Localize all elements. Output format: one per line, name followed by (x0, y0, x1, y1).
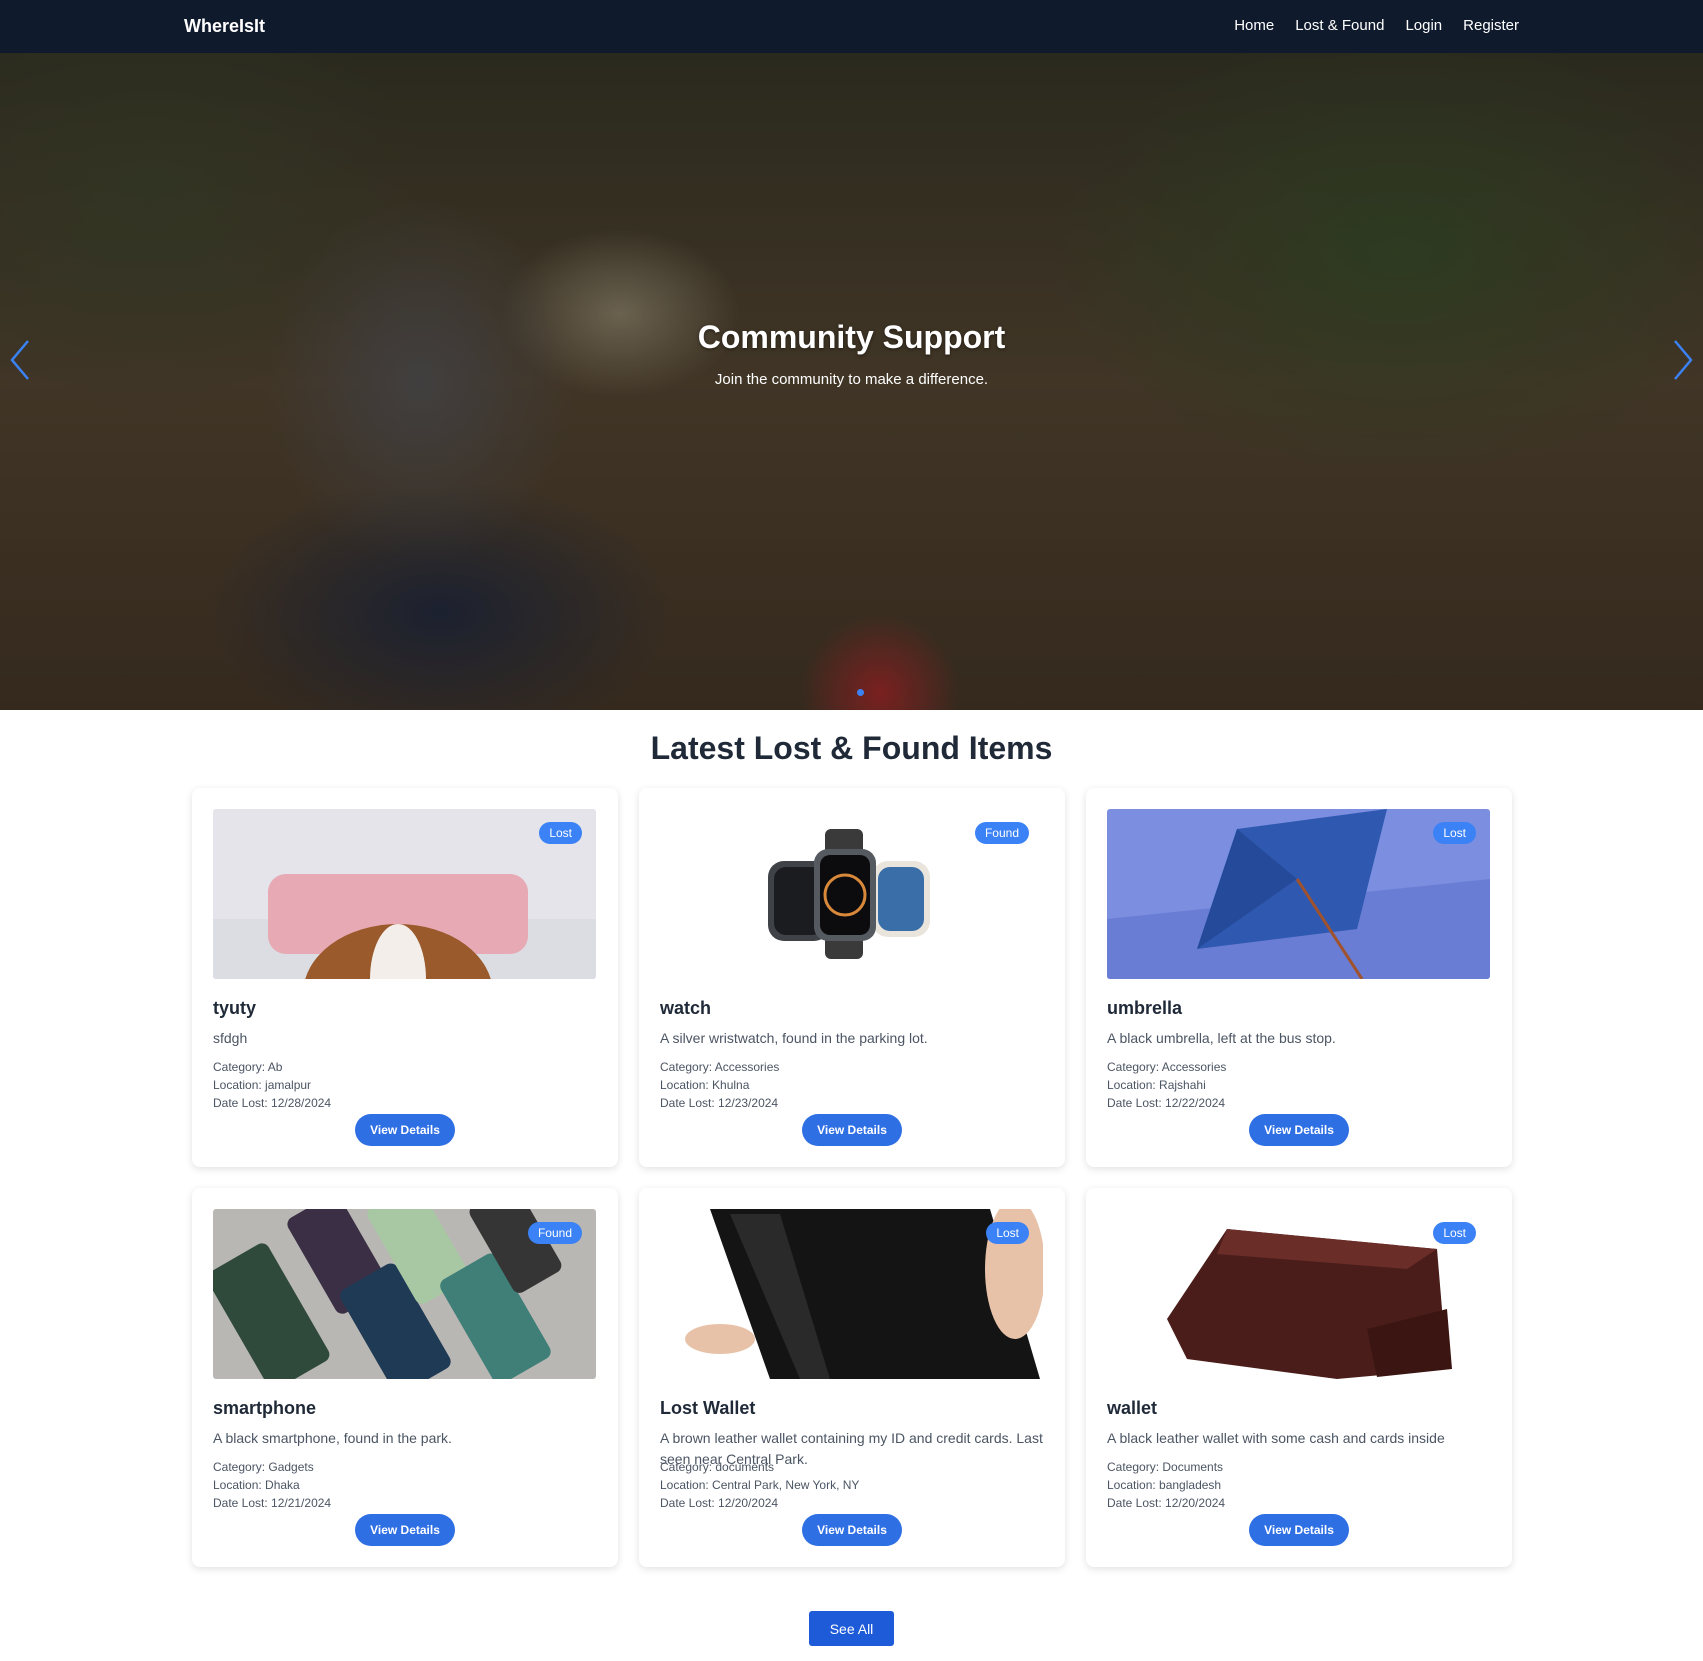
hero-subtitle: Join the community to make a difference. (714, 371, 989, 388)
item-meta: Category: Documents Location: bangladesh… (1107, 1458, 1225, 1512)
item-category: Category: documents (660, 1460, 775, 1474)
item-date: Date Lost: 12/20/2024 (660, 1496, 779, 1510)
status-badge: Lost (1433, 822, 1476, 844)
item-card: Lost umbrella A black umbrella, left at … (1086, 788, 1512, 1167)
item-category: Category: Documents (1107, 1460, 1224, 1474)
item-card: Lost Lost Wallet A brown leather wallet … (639, 1188, 1065, 1567)
item-date: Date Lost: 12/28/2024 (213, 1096, 332, 1110)
navbar: WhereIsIt Home Lost & Found Login Regist… (0, 0, 1703, 53)
nav-register[interactable]: Register (1463, 17, 1519, 34)
item-meta: Category: Ab Location: jamalpur Date Los… (213, 1058, 331, 1112)
status-badge: Lost (1433, 1222, 1476, 1244)
nav-links: Home Lost & Found Login Register (1234, 17, 1519, 34)
item-title: wallet (1107, 1398, 1158, 1418)
view-details-button[interactable]: View Details (802, 1514, 902, 1546)
item-card: Lost tyuty sfdgh Category: Ab Location: … (192, 788, 618, 1167)
status-badge: Found (974, 822, 1029, 844)
hero-carousel: Community Support Join the community to … (0, 53, 1703, 710)
view-details-button[interactable]: View Details (1249, 1514, 1349, 1546)
item-location: Location: Rajshahi (1107, 1078, 1206, 1092)
item-image: Lost (1107, 1209, 1490, 1379)
nav-home[interactable]: Home (1234, 17, 1274, 34)
item-category: Category: Accessories (1107, 1060, 1227, 1074)
item-location: Location: Khulna (660, 1078, 750, 1092)
item-meta: Category: documents Location: Central Pa… (660, 1458, 859, 1512)
items-grid: Lost tyuty sfdgh Category: Ab Location: … (192, 788, 1512, 1567)
view-details-button[interactable]: View Details (802, 1114, 902, 1146)
item-image: Found (213, 1209, 596, 1379)
carousel-dot[interactable] (857, 689, 864, 696)
item-category: Category: Accessories (660, 1060, 780, 1074)
view-details-button[interactable]: View Details (1249, 1114, 1349, 1146)
item-image: Lost (660, 1209, 1043, 1379)
section-title: Latest Lost & Found Items (650, 730, 1053, 766)
item-category: Category: Gadgets (213, 1460, 314, 1474)
item-meta: Category: Accessories Location: Rajshahi… (1107, 1058, 1226, 1112)
item-date: Date Lost: 12/20/2024 (1107, 1496, 1226, 1510)
item-location: Location: Dhaka (213, 1478, 300, 1492)
status-badge: Found (527, 1222, 582, 1244)
nav-lost-found[interactable]: Lost & Found (1295, 17, 1384, 34)
brand-logo[interactable]: WhereIsIt (184, 16, 265, 37)
item-card: Found smartphone A black smartphone, fou… (192, 1188, 618, 1567)
item-image: Lost (213, 809, 596, 979)
chevron-left-icon[interactable] (6, 335, 36, 385)
item-card: Lost wallet A black leather wallet with … (1086, 1188, 1512, 1567)
view-details-button[interactable]: View Details (355, 1114, 455, 1146)
item-image: Found (660, 809, 1043, 979)
item-date: Date Lost: 12/21/2024 (213, 1496, 332, 1510)
item-location: Location: jamalpur (213, 1078, 312, 1092)
item-location: Location: Central Park, New York, NY (660, 1478, 860, 1492)
status-badge: Lost (986, 1222, 1029, 1244)
hero-title: Community Support (697, 319, 1006, 355)
view-details-button[interactable]: View Details (355, 1514, 455, 1546)
item-title: umbrella (1107, 998, 1183, 1018)
see-all-button[interactable]: See All (809, 1611, 894, 1646)
item-date: Date Lost: 12/23/2024 (660, 1096, 779, 1110)
item-meta: Category: Accessories Location: Khulna D… (660, 1058, 779, 1112)
item-card: Found watch A silver wristwatch, found i… (639, 788, 1065, 1167)
item-title: Lost Wallet (660, 1398, 756, 1418)
item-category: Category: Ab (213, 1060, 283, 1074)
item-image: Lost (1107, 809, 1490, 979)
item-title: tyuty (213, 998, 257, 1018)
item-location: Location: bangladesh (1107, 1478, 1222, 1492)
item-title: smartphone (213, 1398, 317, 1418)
nav-login[interactable]: Login (1405, 17, 1442, 34)
status-badge: Lost (539, 822, 582, 844)
item-meta: Category: Gadgets Location: Dhaka Date L… (213, 1458, 331, 1512)
carousel-dots (0, 689, 1703, 696)
item-date: Date Lost: 12/22/2024 (1107, 1096, 1226, 1110)
item-title: watch (660, 998, 712, 1018)
chevron-right-icon[interactable] (1667, 335, 1697, 385)
